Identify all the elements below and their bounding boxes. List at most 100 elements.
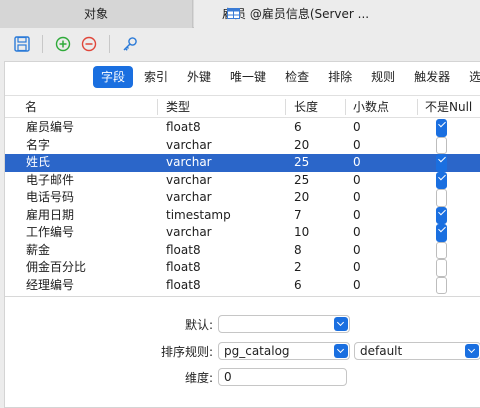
subtab-unique-keys[interactable]: 唯一键 xyxy=(222,66,274,88)
column-header-type[interactable]: 类型 xyxy=(166,96,190,118)
cell-type[interactable]: float8 xyxy=(166,277,201,295)
cell-length[interactable]: 20 xyxy=(294,137,309,155)
column-header-decimals[interactable]: 小数点 xyxy=(353,96,389,118)
cell-type[interactable]: varchar xyxy=(166,172,212,190)
cell-decimals[interactable]: 0 xyxy=(353,189,361,207)
column-header-length[interactable]: 长度 xyxy=(294,96,318,118)
cell-type[interactable]: float8 xyxy=(166,259,201,277)
cell-name[interactable]: 雇员编号 xyxy=(26,119,74,137)
add-field-icon[interactable] xyxy=(54,35,72,53)
cell-type[interactable]: varchar xyxy=(166,224,212,242)
table-row[interactable]: 雇员编号 float8 6 0 xyxy=(5,119,480,137)
table-row[interactable]: 工作编号 varchar 10 0 xyxy=(5,224,480,242)
subtab-triggers[interactable]: 触发器 xyxy=(406,66,458,88)
cell-length[interactable]: 6 xyxy=(294,277,302,295)
save-icon[interactable] xyxy=(13,35,31,53)
cell-decimals[interactable]: 0 xyxy=(353,172,361,190)
cell-name[interactable]: 佣金百分比 xyxy=(26,259,86,277)
cell-decimals[interactable]: 0 xyxy=(353,259,361,277)
toolbar-separator xyxy=(42,35,43,53)
cell-type[interactable]: timestamp xyxy=(166,207,231,225)
remove-field-icon[interactable] xyxy=(80,35,98,53)
subtab-options[interactable]: 选项 xyxy=(461,66,480,88)
table-row[interactable]: 名字 varchar 20 0 xyxy=(5,136,480,155)
cell-decimals[interactable]: 0 xyxy=(353,242,361,260)
collation-select[interactable]: default xyxy=(354,342,480,360)
cell-type[interactable]: float8 xyxy=(166,242,201,260)
collation-value: default xyxy=(360,344,403,358)
chevron-down-icon xyxy=(465,344,479,358)
subtab-indexes[interactable]: 索引 xyxy=(136,66,176,88)
cell-decimals[interactable]: 0 xyxy=(353,224,361,242)
column-divider xyxy=(345,99,346,115)
fields-grid: 名 类型 长度 小数点 不是Null 雇员编号 float8 6 0 名字 varchar… xyxy=(5,95,480,297)
cell-length[interactable]: 25 xyxy=(294,154,309,172)
cell-length[interactable]: 25 xyxy=(294,172,309,190)
not-null-checkbox[interactable] xyxy=(436,224,447,242)
cell-type[interactable]: varchar xyxy=(166,137,212,155)
table-row[interactable]: 电话号码 varchar 20 0 xyxy=(5,189,480,207)
not-null-checkbox[interactable] xyxy=(436,276,447,294)
cell-length[interactable]: 7 xyxy=(294,207,302,225)
cell-type[interactable]: float8 xyxy=(166,119,201,137)
cell-decimals[interactable]: 0 xyxy=(353,207,361,225)
column-header-name[interactable]: 名 xyxy=(25,96,37,118)
tab-objects[interactable]: 对象 xyxy=(0,0,193,28)
cell-name[interactable]: 经理编号 xyxy=(26,277,74,295)
subtab-checks[interactable]: 检查 xyxy=(277,66,317,88)
cell-decimals[interactable]: 0 xyxy=(353,277,361,295)
not-null-checkbox[interactable] xyxy=(436,136,447,154)
cell-type[interactable]: varchar xyxy=(166,189,212,207)
cell-name[interactable]: 雇用日期 xyxy=(26,207,74,225)
not-null-checkbox[interactable] xyxy=(436,171,447,189)
subtab-fields[interactable]: 字段 xyxy=(93,66,134,88)
document-tab-bar: 对象 雇员 @雇员信息(Server ... xyxy=(0,0,480,28)
toolbar-separator xyxy=(109,35,110,53)
cell-name[interactable]: 电话号码 xyxy=(26,189,74,207)
cell-name[interactable]: 姓氏 xyxy=(26,154,50,172)
cell-decimals[interactable]: 0 xyxy=(353,137,361,155)
not-null-checkbox[interactable] xyxy=(436,259,447,277)
table-row[interactable]: 经理编号 float8 6 0 xyxy=(5,276,480,295)
cell-length[interactable]: 20 xyxy=(294,189,309,207)
tab-title: 雇员 @雇员信息(Server ... xyxy=(222,7,370,21)
default-select[interactable] xyxy=(218,315,350,333)
dimension-input[interactable]: 0 xyxy=(218,368,347,386)
cell-name[interactable]: 薪金 xyxy=(26,242,50,260)
cell-name[interactable]: 名字 xyxy=(26,137,50,155)
cell-decimals[interactable]: 0 xyxy=(353,154,361,172)
subtab-foreign-keys[interactable]: 外键 xyxy=(179,66,219,88)
table-row[interactable]: 薪金 float8 8 0 xyxy=(5,241,480,260)
designer-subtabs: 字段索引外键唯一键检查排除规则触发器选项 xyxy=(93,66,480,90)
column-header-not-null[interactable]: 不是Null xyxy=(425,96,472,118)
subtab-excludes[interactable]: 排除 xyxy=(320,66,360,88)
table-row[interactable]: 电子邮件 varchar 25 0 xyxy=(5,171,480,190)
dimension-label: 维度: xyxy=(184,371,213,385)
cell-length[interactable]: 8 xyxy=(294,242,302,260)
not-null-checkbox[interactable] xyxy=(436,119,447,137)
column-divider xyxy=(157,99,158,115)
cell-length[interactable]: 2 xyxy=(294,259,302,277)
not-null-checkbox[interactable] xyxy=(436,241,447,259)
collation-schema-select[interactable]: pg_catalog xyxy=(218,342,350,360)
cell-name[interactable]: 电子邮件 xyxy=(26,172,74,190)
cell-decimals[interactable]: 0 xyxy=(353,119,361,137)
table-row[interactable]: 雇用日期 timestamp 7 0 xyxy=(5,206,480,225)
not-null-checkbox[interactable] xyxy=(436,206,447,224)
not-null-checkbox[interactable] xyxy=(436,154,447,172)
table-icon xyxy=(227,8,240,19)
subtab-rules[interactable]: 规则 xyxy=(363,66,403,88)
table-row[interactable]: 佣金百分比 float8 2 0 xyxy=(5,259,480,277)
not-null-checkbox[interactable] xyxy=(436,189,447,207)
dimension-value: 0 xyxy=(224,370,232,384)
table-row[interactable]: 姓氏 varchar 25 0 xyxy=(5,154,480,172)
cell-length[interactable]: 10 xyxy=(294,224,309,242)
primary-key-icon[interactable] xyxy=(121,35,139,53)
chevron-down-icon xyxy=(334,317,348,331)
cell-length[interactable]: 6 xyxy=(294,119,302,137)
collation-schema-value: pg_catalog xyxy=(224,344,290,358)
tab-table-designer[interactable]: 雇员 @雇员信息(Server ... xyxy=(194,0,480,28)
cell-type[interactable]: varchar xyxy=(166,154,212,172)
cell-name[interactable]: 工作编号 xyxy=(26,224,74,242)
default-label: 默认: xyxy=(184,318,213,332)
